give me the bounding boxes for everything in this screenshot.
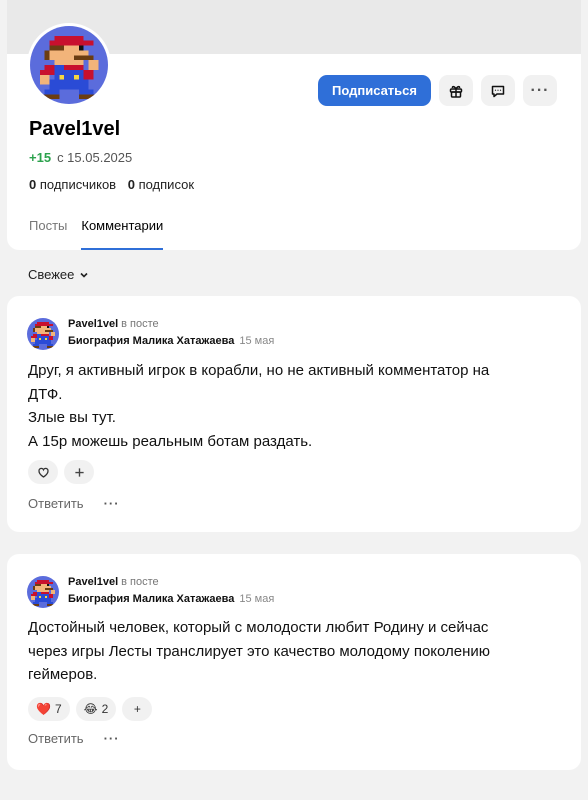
sort-label: Свежее xyxy=(28,267,75,282)
comment-line: ДТФ. xyxy=(28,385,63,403)
message-icon xyxy=(491,85,505,97)
profile-card: Подписаться ··· Pavel1vel +15 с 15.05.202… xyxy=(7,0,581,250)
following-link[interactable]: 0 подписок xyxy=(128,177,194,192)
in-post-label: в посте xyxy=(121,318,159,330)
more-icon[interactable]: ··· xyxy=(104,496,120,511)
followers-count: 0 xyxy=(29,177,37,192)
heart-icon: ❤️ xyxy=(36,702,51,716)
comment-line: А 15р можешь реальным ботам раздать. xyxy=(28,432,313,450)
followers-link[interactable]: 0 подписчиков xyxy=(29,177,116,192)
more-icon: ··· xyxy=(530,81,550,99)
comment-date[interactable]: 15 мая xyxy=(239,335,274,347)
comment-author[interactable]: Pavel1vel xyxy=(68,318,118,330)
comment-line: Друг, я активный игрок в корабли, но не … xyxy=(28,362,490,379)
add-reaction-button[interactable] xyxy=(64,460,94,484)
message-button[interactable] xyxy=(481,75,515,106)
gift-button[interactable] xyxy=(439,75,473,106)
reply-button[interactable]: Ответить xyxy=(28,496,84,511)
gift-icon xyxy=(449,85,463,98)
reaction-laugh[interactable]: 😂 2 xyxy=(75,697,117,721)
add-reaction-button[interactable]: + xyxy=(122,697,153,721)
comment-line: Достойный человек, который с молодости л… xyxy=(28,619,489,636)
reaction-heart[interactable]: ❤️ 7 xyxy=(28,697,70,721)
reply-button[interactable]: Ответить xyxy=(28,731,84,746)
subscribe-button[interactable]: Подписаться xyxy=(317,75,431,106)
like-button[interactable] xyxy=(28,460,58,484)
profile-name: Pavel1vel xyxy=(29,118,121,140)
registration-date: с 15.05.2025 xyxy=(57,150,133,165)
more-button[interactable]: ··· xyxy=(523,75,557,106)
reaction-count: 7 xyxy=(54,702,62,716)
heart-icon xyxy=(37,467,49,478)
in-post-label: в посте xyxy=(121,576,159,588)
profile-actions: Подписаться ··· xyxy=(317,75,557,106)
reaction-count: 2 xyxy=(101,702,109,716)
profile-meta: +15 с 15.05.2025 xyxy=(29,150,132,165)
chevron-down-icon xyxy=(80,272,88,278)
comment-line: Злые вы тут. xyxy=(28,409,116,426)
comment-text: Достойный человек, который с молодости л… xyxy=(28,616,561,687)
profile-counts: 0 подписчиков 0 подписок xyxy=(29,177,194,192)
comment-footer: Ответить ··· xyxy=(28,496,120,511)
post-title-link[interactable]: Биография Малика Хатажаева xyxy=(68,593,234,605)
comment-header: Pavel1vel в посте Биография Малика Хатажа… xyxy=(27,318,274,350)
laughing-face-icon: 😂 xyxy=(83,702,98,716)
sort-dropdown[interactable]: Свежее xyxy=(28,267,89,282)
comment-footer: Ответить ··· xyxy=(28,731,120,746)
comment-author[interactable]: Pavel1vel xyxy=(68,576,118,588)
plus-icon: + xyxy=(133,702,141,716)
more-icon[interactable]: ··· xyxy=(104,731,120,746)
comment-date[interactable]: 15 мая xyxy=(239,593,274,605)
profile-tabs: Посты Комментарии xyxy=(29,218,164,250)
reactions-bar xyxy=(28,460,94,484)
avatar[interactable] xyxy=(27,318,59,350)
karma-value[interactable]: +15 xyxy=(29,150,51,165)
avatar[interactable] xyxy=(27,576,59,608)
comment-line: геймеров. xyxy=(28,666,98,683)
plus-icon xyxy=(74,467,84,477)
tab-posts[interactable]: Посты xyxy=(29,218,67,250)
comment-card: Pavel1vel в посте Биография Малика Хатажа… xyxy=(7,554,581,770)
followers-label: подписчиков xyxy=(39,177,117,192)
comment-header: Pavel1vel в посте Биография Малика Хатажа… xyxy=(27,576,274,608)
post-title-link[interactable]: Биография Малика Хатажаева xyxy=(68,335,234,347)
reactions-bar: ❤️ 7 😂 2 + xyxy=(28,697,153,721)
avatar[interactable] xyxy=(27,23,111,107)
comment-card: Pavel1vel в посте Биография Малика Хатажа… xyxy=(7,296,581,532)
following-count: 0 xyxy=(127,177,135,192)
following-label: подписок xyxy=(138,177,195,192)
comment-text: Друг, я активный игрок в корабли, но не … xyxy=(28,359,561,453)
tab-comments[interactable]: Комментарии xyxy=(81,218,164,250)
comment-line: через игры Лесты транслирует это качеств… xyxy=(28,642,491,660)
